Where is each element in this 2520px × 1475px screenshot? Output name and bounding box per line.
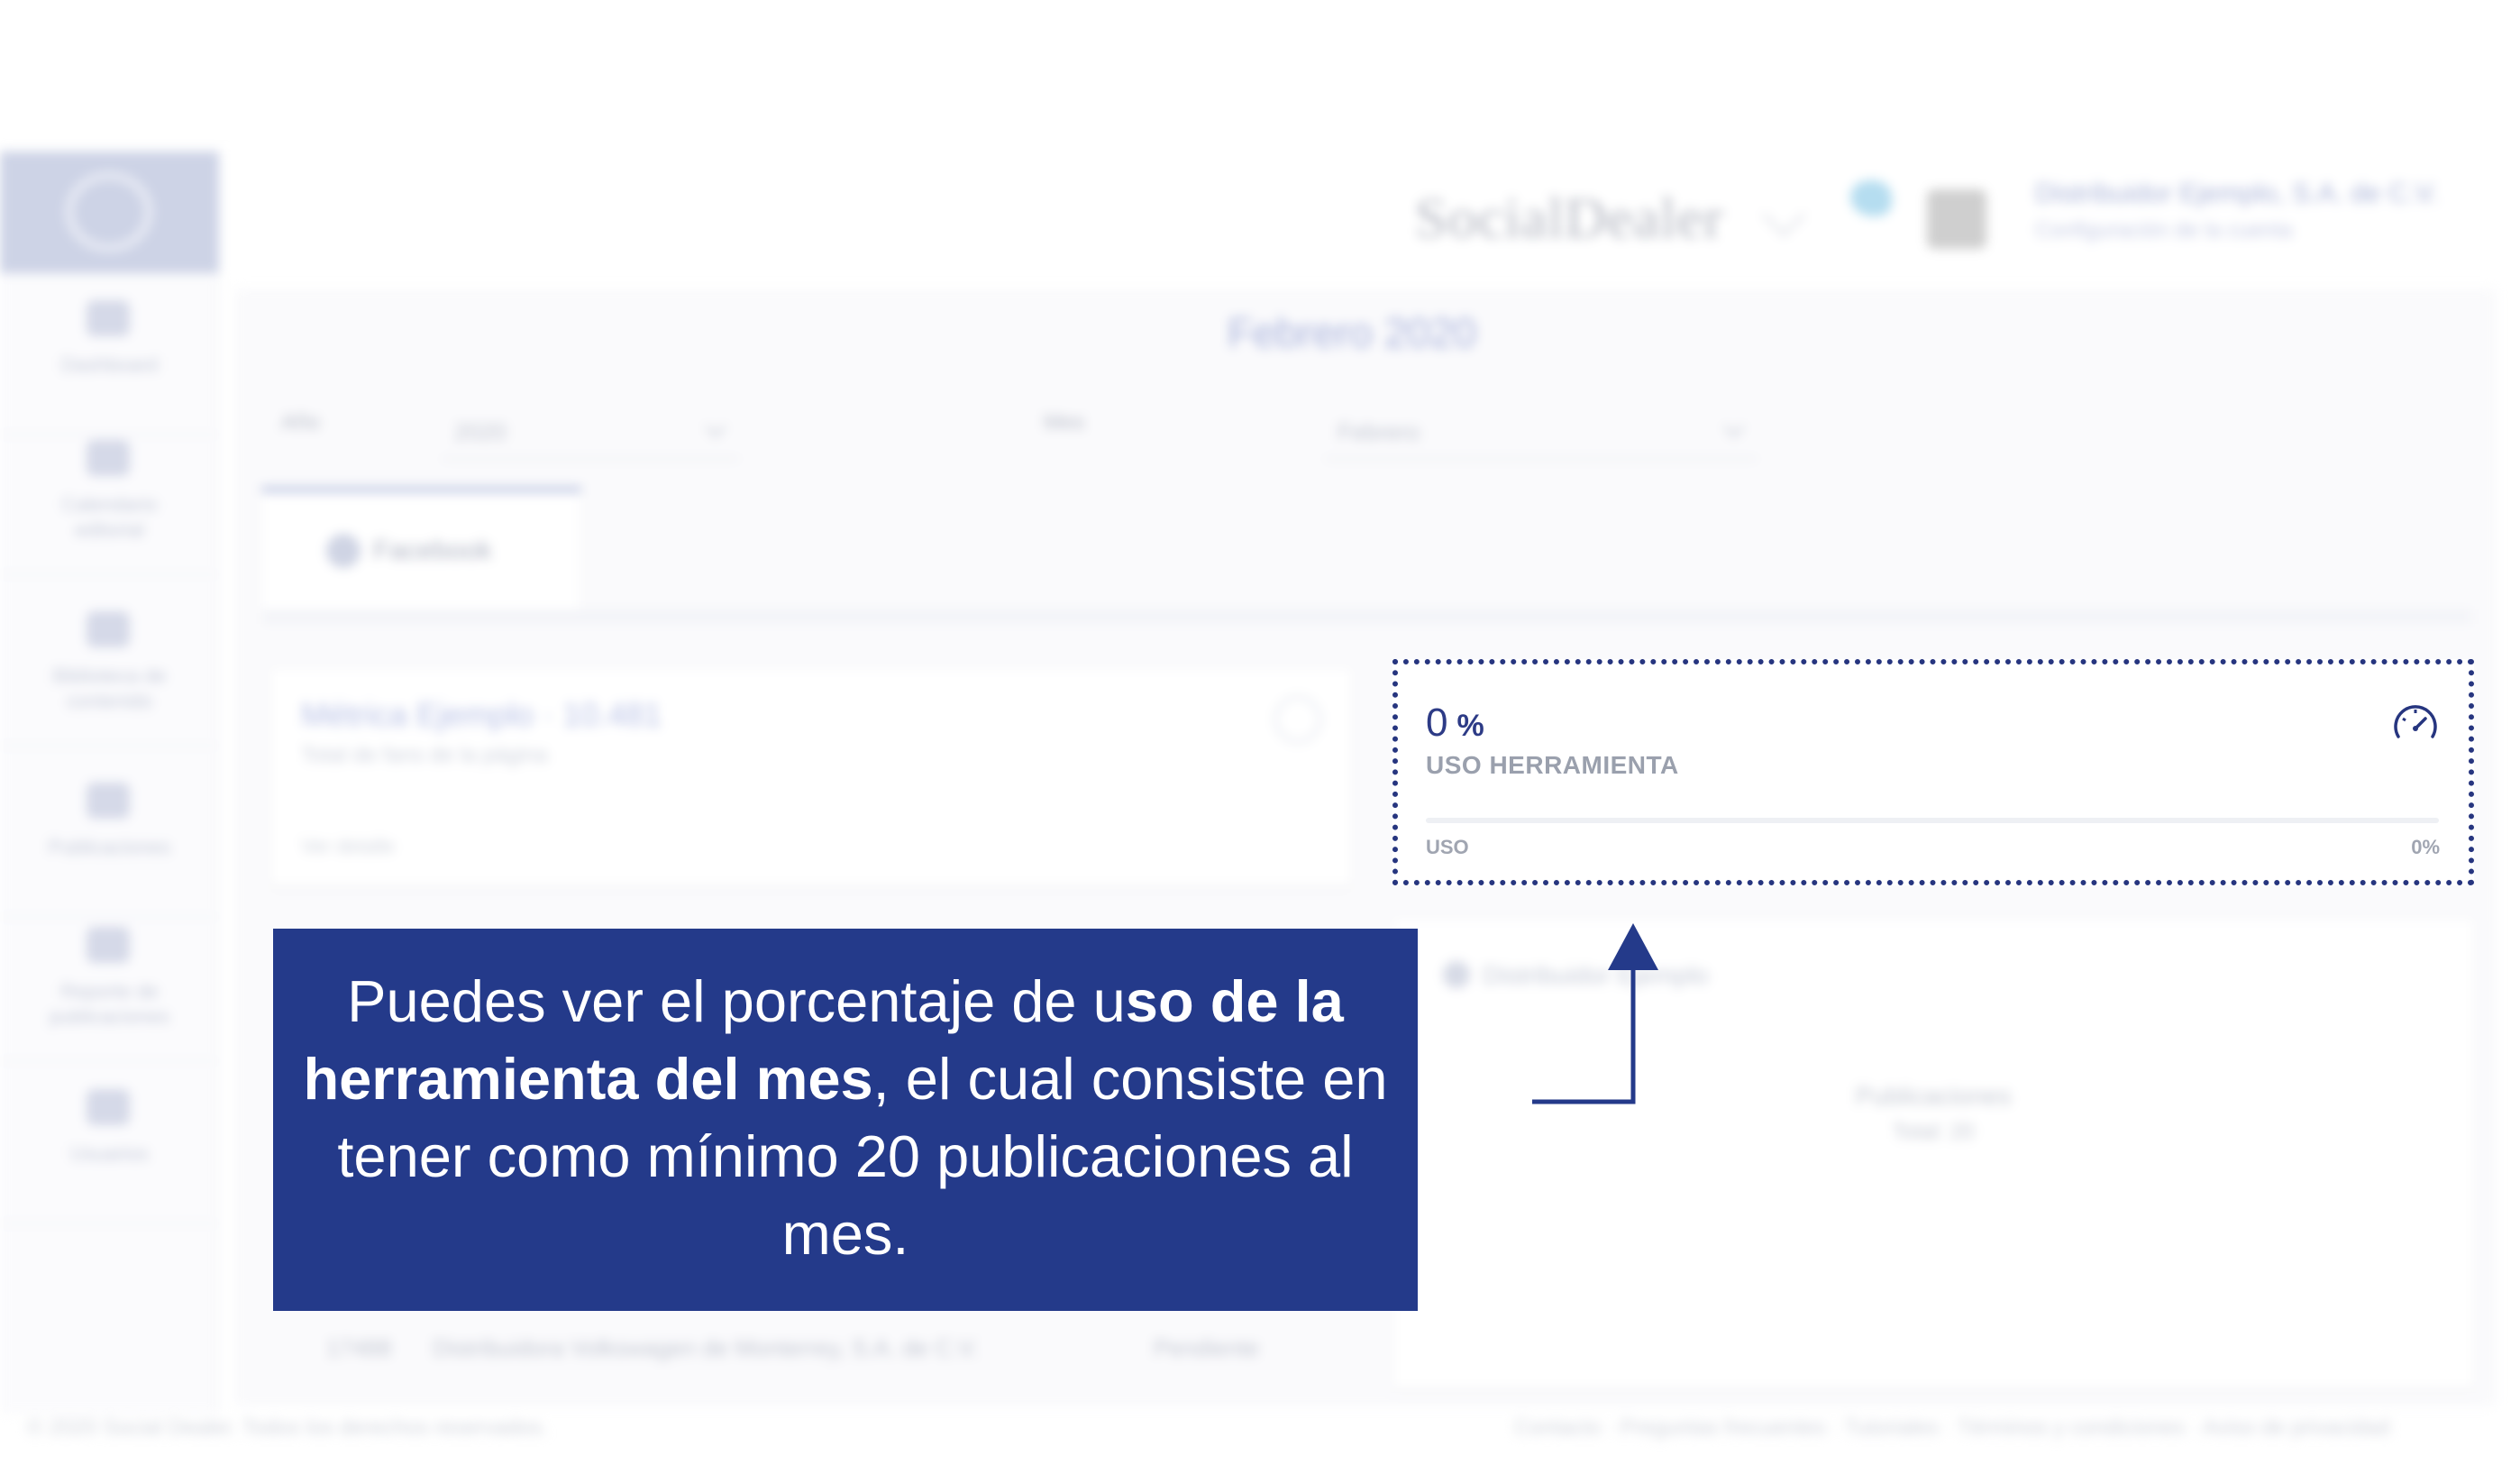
user-name[interactable]: Distribuidor Ejemplo, S.A. de C.V. [2035, 179, 2438, 209]
year-select-value: 2020 [454, 418, 507, 445]
bird-icon [1850, 180, 1892, 216]
metric-card: Métrica Ejemplo · 10.481 Total de fans d… [270, 669, 1352, 885]
month-select-value: Febrero [1338, 418, 1420, 445]
library-icon [87, 611, 130, 647]
usage-footer-label: USO [1426, 836, 1469, 858]
chevron-down-icon [1723, 417, 1745, 438]
sidebar-item-posts[interactable]: Publicaciones [0, 756, 219, 918]
usage-number: 0 [1426, 701, 1448, 745]
avatar[interactable] [1927, 189, 1986, 249]
usage-value: 0% [1426, 701, 1484, 746]
month-select[interactable]: Febrero [1325, 404, 1758, 460]
logo-icon [65, 171, 153, 252]
row-status: Pendiente [1154, 1334, 1260, 1361]
tab-indicator [261, 487, 581, 492]
sidebar-item-library[interactable]: Biblioteca de contenido [0, 584, 219, 747]
metric-title[interactable]: Métrica Ejemplo · 10.481 [301, 696, 662, 734]
sidebar-item-label: Dashboard [60, 353, 159, 376]
sidebar-item-label: Reporte de publicaciones [49, 980, 170, 1028]
accounts-center-sub: Total: 20 [1892, 1120, 1975, 1144]
sidebar-item-dashboard[interactable]: Dashboard [0, 273, 219, 435]
account-icon [1443, 961, 1470, 988]
calendar-icon [87, 440, 130, 476]
sidebar-item-label: Publicaciones [48, 836, 171, 858]
row-name: Distribuidora Volkswagen de Monterrey, S… [433, 1334, 979, 1361]
top-bar [219, 151, 2520, 278]
user-role[interactable]: Configuración de la cuenta [2035, 218, 2293, 243]
chevron-down-icon [705, 417, 726, 438]
divider [263, 609, 2471, 624]
row-id: 17488 [326, 1334, 392, 1361]
tutorial-callout: Puedes ver el porcentaje de uso de la he… [273, 929, 1418, 1311]
page-title: Febrero 2020 [1228, 309, 1477, 356]
usage-label: USO HERRAMIENTA [1426, 751, 1679, 779]
usage-unit: % [1456, 709, 1484, 743]
year-select[interactable]: 2020 [442, 404, 739, 460]
usage-footer-value: 0% [2411, 836, 2440, 858]
dashboard-icon [87, 300, 130, 336]
footer-links[interactable]: Contacto · Preguntas frecuentes · Tutori… [1514, 1415, 2390, 1441]
report-icon [87, 927, 130, 963]
usage-progress-bar [1426, 818, 2439, 823]
callout-text-start: Puedes ver el porcentaje de u [347, 968, 1126, 1034]
speedometer-icon [2394, 705, 2437, 738]
brand-logo: SocialDealer [1415, 186, 1724, 250]
info-icon[interactable] [1274, 696, 1321, 743]
arrow-up-icon [1532, 923, 1658, 1104]
sidebar: Dashboard Calendario editorial Bibliotec… [0, 151, 219, 1414]
facebook-icon [326, 534, 361, 568]
month-label: Mes [1044, 410, 1085, 435]
posts-icon [87, 783, 130, 819]
sidebar-item-users[interactable]: Usuarios [0, 1062, 219, 1224]
metric-footer[interactable]: Ver detalle [301, 835, 395, 858]
year-label: Año [281, 410, 320, 435]
sidebar-item-calendar[interactable]: Calendario editorial [0, 413, 219, 575]
users-icon [87, 1089, 130, 1125]
footer-copyright: © 2020 Social Dealer. Todos los derechos… [27, 1415, 548, 1440]
sidebar-item-label: Calendario editorial [61, 493, 158, 541]
sidebar-logo[interactable] [0, 151, 219, 273]
metric-subtitle: Total de fans de la página [301, 743, 548, 767]
tool-usage-card: 0% USO HERRAMIENTA USO 0% [1392, 659, 2474, 885]
sidebar-item-label: Usuarios [70, 1142, 149, 1165]
sidebar-item-label: Biblioteca de contenido [52, 664, 167, 712]
sidebar-item-report[interactable]: Reporte de publicaciones [0, 900, 219, 1062]
tab-facebook[interactable]: Facebook [263, 494, 579, 609]
tab-label: Facebook [373, 536, 492, 565]
